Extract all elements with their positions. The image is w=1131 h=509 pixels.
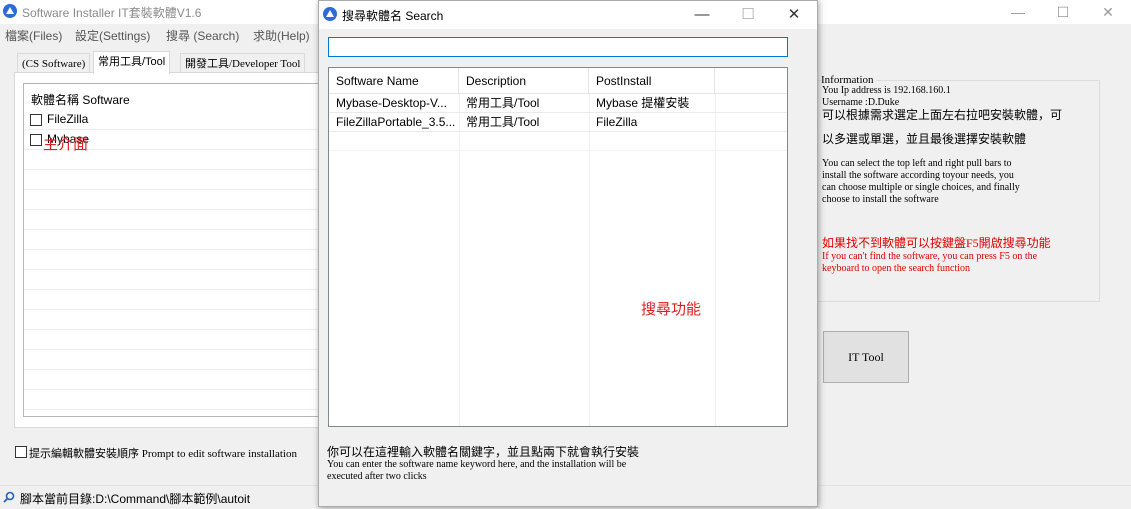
search-dialog-titlebar: 搜尋軟體名 Search — ☐ ✕ <box>319 1 817 29</box>
search-input[interactable] <box>328 37 788 57</box>
maximize-button[interactable]: ☐ <box>1040 0 1086 24</box>
prompt-edit-order-row[interactable]: 提示編輯軟體安裝順序 Prompt to edit software insta… <box>15 444 325 460</box>
window-title: Software Installer IT套裝軟體V1.6 <box>22 6 202 20</box>
prompt-edit-order-checkbox[interactable] <box>15 446 27 458</box>
prompt-edit-order-label: 提示編輯軟體安裝順序 Prompt to edit software insta… <box>29 448 297 460</box>
empty-row <box>24 310 320 330</box>
instruction-en-line3: can choose multiple or single choices, a… <box>822 182 1020 193</box>
search-icon <box>3 491 15 503</box>
instruction-en-line1: You can select the top left and right pu… <box>822 158 1012 169</box>
instruction-zh-line2: 以多選或單選，並且最後選擇安裝軟體 <box>822 132 1027 146</box>
instruction-zh-line1: 可以根據需求選定上面左右拉吧安裝軟體，可 <box>822 108 1063 122</box>
main-ui-annotation: 主介面 <box>43 136 89 153</box>
instruction-en-line4: choose to install the software <box>822 194 939 205</box>
table-row[interactable]: Mybase-Desktop-V... 常用工具/Tool Mybase 提權安… <box>329 94 787 113</box>
search-hint-zh: 你可以在這裡輸入軟體名關鍵字，並且點兩下就會執行安裝 <box>327 445 640 459</box>
column-header-postinstall[interactable]: PostInstall <box>589 68 715 94</box>
table-row[interactable]: FileZillaPortable_3.5... 常用工具/Tool FileZ… <box>329 113 787 132</box>
minimize-button[interactable]: — <box>995 0 1041 24</box>
empty-row <box>24 390 320 410</box>
app-icon <box>3 4 17 18</box>
tab-panel: 軟體名稱 Software FileZilla Mybase <box>14 72 324 428</box>
column-header-description[interactable]: Description <box>459 68 589 94</box>
column-header-empty <box>715 68 787 94</box>
empty-row <box>24 190 320 210</box>
tab-cs-software[interactable]: (CS Software) <box>17 53 91 74</box>
search-maximize-button[interactable]: ☐ <box>725 1 771 29</box>
search-function-annotation: 搜尋功能 <box>641 301 702 318</box>
list-item[interactable]: FileZilla <box>24 110 320 130</box>
f5-hint-zh: 如果找不到軟體可以按鍵盤F5開啟搜尋功能 <box>822 236 1051 250</box>
search-dialog-title: 搜尋軟體名 Search <box>342 9 444 23</box>
empty-row <box>24 210 320 230</box>
cell-software-name: FileZillaPortable_3.5... <box>336 115 456 129</box>
cell-description: 常用工具/Tool <box>466 115 540 129</box>
search-dialog: 搜尋軟體名 Search — ☐ ✕ Software Name Descrip… <box>318 0 818 507</box>
menu-files[interactable]: 檔案(Files) <box>5 27 62 44</box>
search-hint-en-line2: executed after two clicks <box>327 471 427 482</box>
search-minimize-button[interactable]: — <box>679 1 725 29</box>
empty-row <box>24 170 320 190</box>
column-header-software-name[interactable]: Software Name <box>329 68 459 94</box>
tab-tool[interactable]: 常用工具/Tool <box>93 51 171 74</box>
tab-developer-tool[interactable]: 開發工具/Developer Tool <box>180 53 306 74</box>
search-hint-en-line1: You can enter the software name keyword … <box>327 459 627 470</box>
empty-row <box>24 230 320 250</box>
menu-bar: 檔案(Files) 設定(Settings) 搜尋 (Search) 求助(He… <box>0 24 318 44</box>
app-icon <box>323 7 337 21</box>
menu-settings[interactable]: 設定(Settings) <box>75 27 150 44</box>
close-button[interactable]: ✕ <box>1085 0 1131 24</box>
empty-row <box>24 250 320 270</box>
search-results-list[interactable]: Software Name Description PostInstall My… <box>328 67 788 427</box>
empty-row <box>24 330 320 350</box>
search-close-button[interactable]: ✕ <box>771 1 817 29</box>
checkbox[interactable] <box>30 114 42 126</box>
empty-row <box>24 350 320 370</box>
empty-row <box>24 290 320 310</box>
list-header: 軟體名稱 Software <box>31 93 130 107</box>
empty-row <box>24 270 320 290</box>
f5-hint-en-line2: keyboard to open the search function <box>822 263 971 274</box>
empty-row <box>24 370 320 390</box>
ip-address-text: You Ip address is 192.168.160.1 <box>822 85 951 96</box>
list-item-label: FileZilla <box>47 112 89 126</box>
f5-hint-en-line1: If you can't find the software, you can … <box>822 251 1038 262</box>
instruction-en-line2: install the software according toyour ne… <box>822 170 1014 181</box>
menu-search[interactable]: 搜尋 (Search) <box>166 27 239 44</box>
script-directory-text: 腳本當前目錄:D:\Command\腳本範例\autoit <box>20 492 251 506</box>
cell-description: 常用工具/Tool <box>466 96 540 110</box>
cell-postinstall: Mybase 提權安裝 <box>596 96 690 110</box>
cell-software-name: Mybase-Desktop-V... <box>336 96 447 110</box>
checkbox[interactable] <box>30 134 42 146</box>
information-panel: Information You Ip address is 192.168.16… <box>817 74 1100 302</box>
empty-row <box>329 132 787 151</box>
cell-postinstall: FileZilla <box>596 115 638 129</box>
menu-help[interactable]: 求助(Help) <box>253 27 310 44</box>
it-tool-button[interactable]: IT Tool <box>823 331 909 383</box>
